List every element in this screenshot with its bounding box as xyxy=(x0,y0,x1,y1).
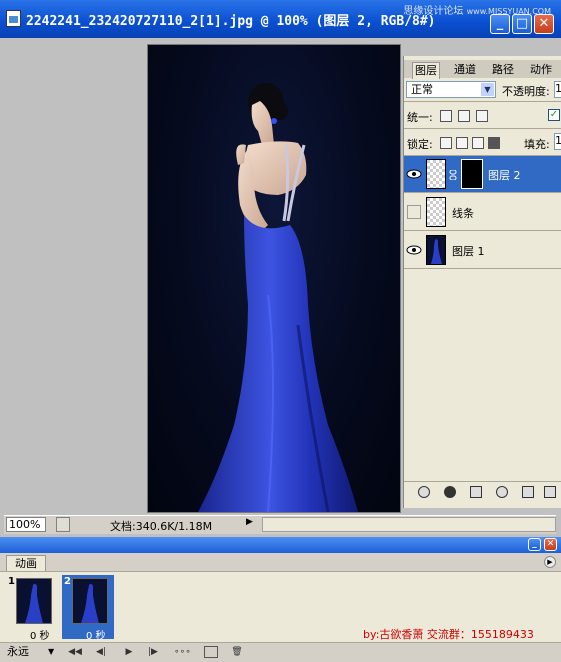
fill-field[interactable]: 1 xyxy=(554,133,561,150)
loop-select[interactable]: 永远 ▼ xyxy=(4,644,60,660)
document-icon xyxy=(6,10,21,27)
tab-layers[interactable]: 图层 xyxy=(412,62,440,79)
frame-1[interactable]: 1 0 秒 xyxy=(6,575,58,642)
layer-thumbnail xyxy=(426,159,446,189)
window-title: 2242241_232420727110_2[1].jpg @ 100% (图层… xyxy=(26,14,436,29)
layers-bottom-toolbar xyxy=(404,481,561,502)
tab-channels[interactable]: 通道 xyxy=(452,62,478,78)
new-group-icon[interactable] xyxy=(522,486,534,498)
adjustment-layer-icon[interactable] xyxy=(496,486,508,498)
frame-thumbnail xyxy=(72,578,108,624)
status-menu-arrow-icon[interactable]: ▶ xyxy=(246,517,253,527)
propagate-frame-checkbox[interactable]: ✓ xyxy=(548,109,560,121)
next-frame-icon[interactable]: |▶ xyxy=(146,646,160,658)
divider xyxy=(404,128,561,129)
layer-name: 图层 2 xyxy=(488,169,521,182)
play-icon[interactable]: ▶ xyxy=(122,646,136,658)
layer-name: 线条 xyxy=(452,207,474,220)
frame-delay[interactable]: 0 秒 xyxy=(86,627,106,642)
tween-icon[interactable]: ∘∘∘ xyxy=(174,646,191,658)
lock-all-icon[interactable] xyxy=(488,137,500,149)
fill-label: 填充: xyxy=(524,138,550,151)
close-button[interactable]: ✕ xyxy=(544,538,557,551)
add-mask-icon[interactable] xyxy=(470,486,482,498)
close-button[interactable]: ✕ xyxy=(534,14,554,34)
thumbnail-figure xyxy=(25,583,43,623)
first-frame-icon[interactable]: ◀◀ xyxy=(68,646,82,658)
minimize-button[interactable]: _ xyxy=(490,14,510,34)
layer-row-lines[interactable]: 线条 xyxy=(404,194,561,231)
panel-menu-icon[interactable]: ▶ xyxy=(544,556,556,568)
layers-palette: 图层 通道 路径 动作 正常 ▼ 不透明度: 1 统一: ✓ 锁定: 填充: 1… xyxy=(403,56,561,508)
frame-number: 2 xyxy=(64,576,71,587)
opacity-label: 不透明度: xyxy=(502,85,550,98)
animation-tab-row: 动画 ▶ xyxy=(0,553,561,572)
thumbnail-figure xyxy=(431,239,442,264)
thumbnail-figure xyxy=(81,583,99,623)
link-icon[interactable] xyxy=(449,170,457,180)
new-layer-icon[interactable] xyxy=(544,486,556,498)
layer-thumbnail xyxy=(426,197,446,227)
lock-transparency-icon[interactable] xyxy=(440,137,452,149)
layer-row-layer1[interactable]: 图层 1 xyxy=(404,232,561,269)
chevron-down-icon: ▼ xyxy=(481,83,494,96)
maximize-button[interactable]: □ xyxy=(512,14,532,34)
tab-paths[interactable]: 路径 xyxy=(490,62,516,78)
author-credit: by:古欲香萧 交流群：155189433 xyxy=(363,628,534,641)
divider xyxy=(404,101,561,102)
zoom-field[interactable]: 100% xyxy=(6,517,46,532)
layer-name: 图层 1 xyxy=(452,245,485,258)
loop-value: 永远 xyxy=(7,645,29,658)
document-size: 文档:340.6K/1.18M xyxy=(110,520,213,533)
visibility-toggle-empty[interactable] xyxy=(407,205,421,219)
unify-position-icon[interactable] xyxy=(440,110,452,122)
status-options-button[interactable] xyxy=(56,517,70,532)
blend-mode-select[interactable]: 正常 ▼ xyxy=(406,81,496,98)
tab-actions[interactable]: 动作 xyxy=(528,62,554,78)
animation-controls: 永远 ▼ ◀◀ ◀| ▶ |▶ ∘∘∘ 🗑 xyxy=(0,642,561,662)
eye-icon[interactable] xyxy=(406,167,422,181)
eye-icon[interactable] xyxy=(406,243,422,257)
animation-title-bar[interactable]: _ ✕ xyxy=(0,537,561,553)
lock-brush-icon[interactable] xyxy=(456,137,468,149)
status-bar: 100% 文档:340.6K/1.18M ▶ xyxy=(4,515,556,534)
trash-icon[interactable]: 🗑 xyxy=(230,646,244,658)
frame-2[interactable]: 2 0 秒 xyxy=(62,575,114,642)
palette-tab-row: 图层 通道 路径 动作 xyxy=(404,60,561,79)
unify-visibility-icon[interactable] xyxy=(458,110,470,122)
lock-move-icon[interactable] xyxy=(472,137,484,149)
tab-animation[interactable]: 动画 xyxy=(6,555,46,572)
link-layers-icon[interactable] xyxy=(418,486,430,498)
unify-style-icon[interactable] xyxy=(476,110,488,122)
layer-mask-thumbnail[interactable] xyxy=(461,159,483,189)
blend-mode-value: 正常 xyxy=(411,83,433,96)
unify-label: 统一: xyxy=(407,111,433,124)
photo-canvas[interactable] xyxy=(147,44,401,513)
frame-thumbnail xyxy=(16,578,52,624)
frame-number: 1 xyxy=(8,576,15,587)
layer-thumbnail xyxy=(426,235,446,265)
lock-label: 锁定: xyxy=(407,138,433,151)
chevron-down-icon: ▼ xyxy=(48,647,55,656)
horizontal-scrollbar[interactable] xyxy=(262,517,556,532)
frame-delay[interactable]: 0 秒 xyxy=(30,627,50,642)
previous-frame-icon[interactable]: ◀| xyxy=(94,646,108,658)
layer-style-icon[interactable] xyxy=(444,486,456,498)
woman-in-blue-gown-image xyxy=(198,83,358,512)
title-bar[interactable]: 2242241_232420727110_2[1].jpg @ 100% (图层… xyxy=(0,0,561,38)
minimize-button[interactable]: _ xyxy=(528,538,541,551)
duplicate-frame-icon[interactable] xyxy=(204,646,218,658)
opacity-field[interactable]: 1 xyxy=(554,81,561,98)
layer-row-layer2[interactable]: 图层 2 xyxy=(404,156,561,193)
watermark-text: 思缘设计论坛 xyxy=(403,6,464,17)
